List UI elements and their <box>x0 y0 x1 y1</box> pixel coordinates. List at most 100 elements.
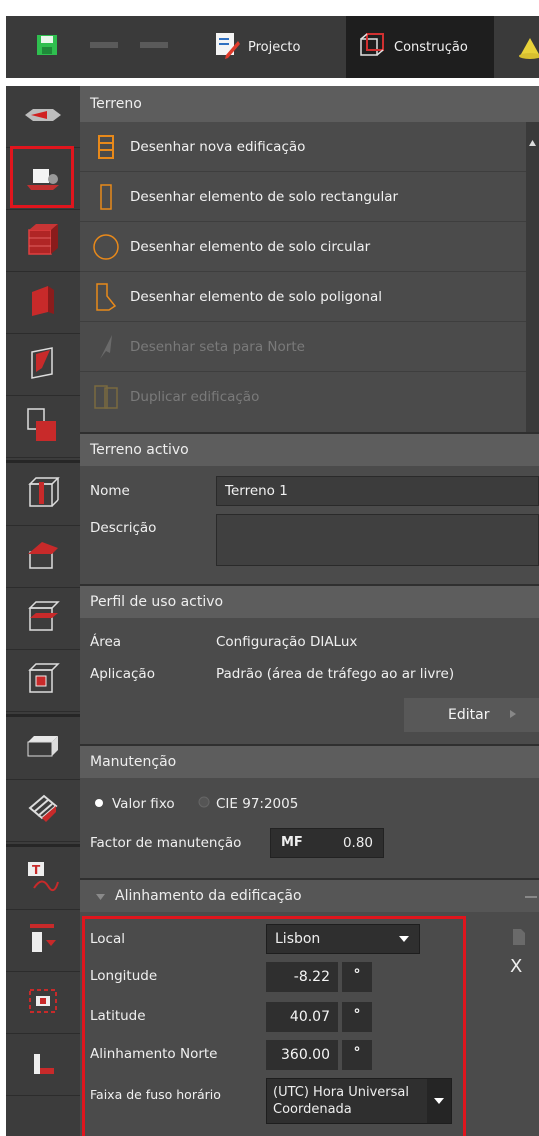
cmd-duplicate-building[interactable]: Duplicar edificação <box>80 372 526 422</box>
factor-prefix: MF <box>281 835 303 850</box>
factor-label: Factor de manutenção <box>90 835 242 851</box>
factor-value: 0.80 <box>342 835 373 851</box>
left-tool-bar: T <box>6 86 80 1136</box>
sidebar-item-floor[interactable] <box>6 588 80 650</box>
application-label: Aplicação <box>90 666 155 682</box>
cmd-draw-north-arrow[interactable]: Desenhar seta para Norte <box>80 322 526 372</box>
section-alignment-title: Alinhamento da edificação <box>115 888 302 904</box>
wall-icon <box>28 284 58 322</box>
properties-panel: Terreno Desenhar nova edificação Desenha… <box>80 86 539 1136</box>
section-maintenance-header: Manutenção <box>80 744 539 778</box>
polygon-outline-icon <box>92 280 120 314</box>
roof-icon <box>26 538 60 576</box>
sidebar-item-building[interactable] <box>6 210 80 272</box>
cmd-draw-circular-label: Desenhar elemento de solo circular <box>130 238 371 255</box>
pin-icon[interactable] <box>525 896 537 898</box>
north-arrow-icon <box>92 330 120 364</box>
rectangle-outline-icon <box>92 180 120 214</box>
cmd-draw-polygonal-label: Desenhar elemento de solo poligonal <box>130 288 382 305</box>
tab-projecto-label: Projecto <box>248 39 301 55</box>
column-icon <box>26 476 60 514</box>
wall-opening-icon <box>28 346 58 384</box>
document-icon[interactable] <box>512 928 526 950</box>
tab-projecto[interactable]: Projecto <box>206 16 346 78</box>
description-label: Descrição <box>90 520 157 536</box>
description-field[interactable] <box>216 514 539 566</box>
tab-construcao[interactable]: Construção <box>346 16 494 78</box>
cmd-draw-polygonal[interactable]: Desenhar elemento de solo poligonal <box>80 272 526 322</box>
sidebar-item-column[interactable] <box>6 464 80 526</box>
sidebar-item-measure[interactable] <box>6 1034 80 1096</box>
edit-button[interactable]: Editar <box>404 698 539 732</box>
sidebar-item-door[interactable] <box>6 650 80 712</box>
scroll-up-icon[interactable] <box>526 134 539 154</box>
cmd-draw-rectangular-label: Desenhar elemento de solo rectangular <box>130 188 399 205</box>
radio-cie[interactable]: CIE 97:2005 <box>198 796 298 812</box>
building-outline-icon <box>92 130 120 164</box>
construction-cube-icon <box>358 32 386 62</box>
room-icon <box>26 407 60 447</box>
cmd-draw-building-label: Desenhar nova edificação <box>130 138 306 155</box>
highlight-box-alignment <box>82 916 466 1136</box>
text-curve-icon: T <box>26 860 60 898</box>
stairs-icon <box>26 792 60 830</box>
section-active-terrain-title: Terreno activo <box>90 442 189 458</box>
sidebar-item-room[interactable] <box>6 396 80 458</box>
measure-icon <box>26 1046 60 1084</box>
save-button[interactable] <box>36 16 58 78</box>
save-icon <box>36 34 58 60</box>
window-insert-icon <box>26 922 60 960</box>
undo-button[interactable] <box>90 16 118 78</box>
redo-icon <box>140 38 168 56</box>
sidebar-item-frame[interactable] <box>6 972 80 1034</box>
tab-light[interactable] <box>506 16 539 78</box>
section-terreno-title: Terreno <box>90 96 142 112</box>
undo-icon <box>90 38 118 56</box>
cmd-draw-north-arrow-label: Desenhar seta para Norte <box>130 338 305 355</box>
cmd-draw-rectangular[interactable]: Desenhar elemento de solo rectangular <box>80 172 526 222</box>
arrow-right-icon <box>23 105 63 129</box>
area-value: Configuração DIALux <box>216 634 358 650</box>
sidebar-item-arrow[interactable] <box>6 86 80 148</box>
name-field[interactable]: Terreno 1 <box>216 476 539 506</box>
sidebar-item-roof[interactable] <box>6 526 80 588</box>
cubicle-icon <box>26 732 60 766</box>
radio-valor-fixo[interactable]: Valor fixo <box>94 796 175 812</box>
factor-field[interactable]: MF 0.80 <box>270 828 384 858</box>
radio-selected-icon <box>94 797 104 812</box>
radio-unselected-icon <box>198 796 210 812</box>
highlight-box <box>10 146 74 208</box>
scrollbar[interactable] <box>526 122 539 432</box>
sidebar-separator <box>6 714 80 717</box>
circle-outline-icon <box>92 230 120 264</box>
section-alignment-header[interactable]: Alinhamento da edificação <box>80 878 539 912</box>
name-label: Nome <box>90 483 130 499</box>
radio-cie-label: CIE 97:2005 <box>216 796 299 812</box>
cmd-draw-circular[interactable]: Desenhar elemento de solo circular <box>80 222 526 272</box>
redo-button[interactable] <box>140 16 168 78</box>
sidebar-item-stairs[interactable] <box>6 780 80 842</box>
sidebar-item-wall[interactable] <box>6 272 80 334</box>
tab-construcao-label: Construção <box>394 39 468 55</box>
cmd-duplicate-building-label: Duplicar edificação <box>130 389 260 405</box>
sidebar-item-wall-opening[interactable] <box>6 334 80 396</box>
chevron-right-icon <box>509 708 517 723</box>
lamp-icon <box>516 30 539 64</box>
toolbar-strip: Projecto Construção <box>6 16 539 78</box>
name-value: Terreno 1 <box>225 483 288 499</box>
floor-icon <box>26 600 60 638</box>
sidebar-item-text[interactable]: T <box>6 848 80 910</box>
duplicate-building-icon <box>92 380 120 414</box>
radio-valor-fixo-label: Valor fixo <box>112 796 175 812</box>
sidebar-separator <box>6 460 80 463</box>
close-icon[interactable]: X <box>510 956 522 977</box>
section-active-terrain-header: Terreno activo <box>80 432 539 466</box>
application-value: Padrão (área de tráfego ao ar livre) <box>216 666 455 682</box>
document-edit-icon <box>214 31 240 63</box>
cmd-draw-building[interactable]: Desenhar nova edificação <box>80 122 526 172</box>
door-icon <box>26 662 60 700</box>
collapse-arrow-icon <box>96 888 105 904</box>
sidebar-item-window[interactable] <box>6 910 80 972</box>
section-maintenance-title: Manutenção <box>90 754 177 770</box>
sidebar-item-cubicle[interactable] <box>6 718 80 780</box>
